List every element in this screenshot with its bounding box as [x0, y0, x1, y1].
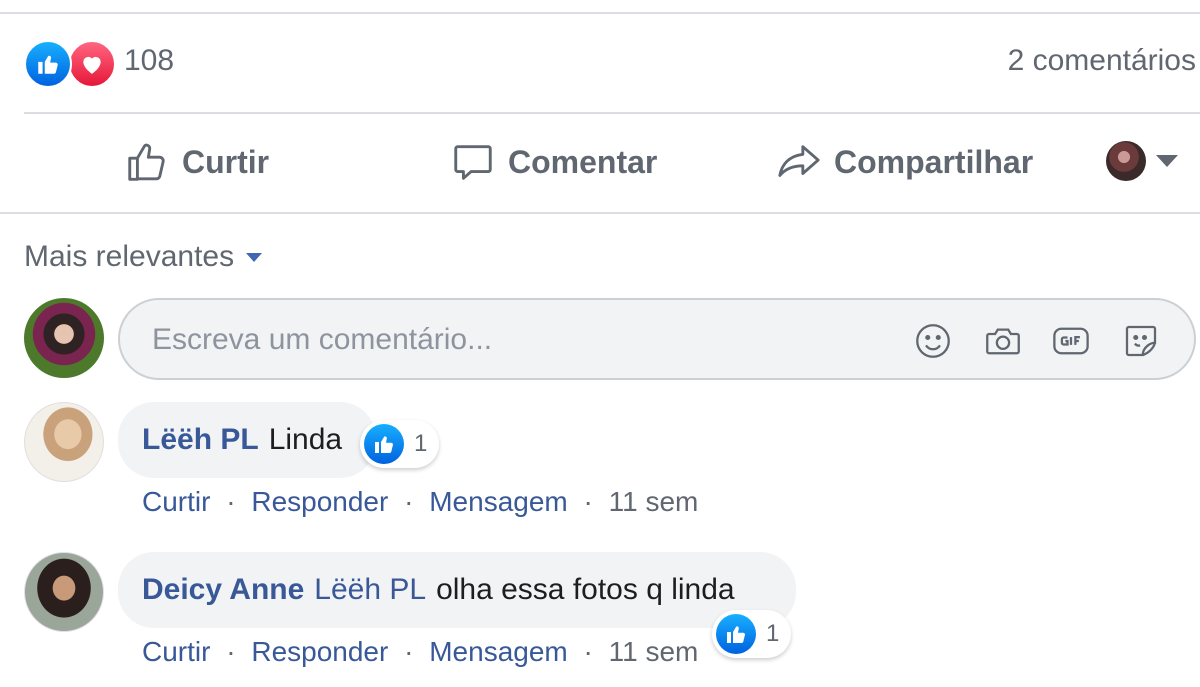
reaction-count[interactable]: 108	[124, 44, 174, 78]
comment-text: olha essa fotos q linda	[436, 573, 735, 606]
speech-bubble-icon	[454, 145, 492, 180]
emoji-icon[interactable]	[912, 320, 954, 362]
comment-button-label: Comentar	[508, 143, 658, 180]
like-reaction-icon	[364, 424, 404, 464]
comment-reaction-count[interactable]: 1	[360, 420, 440, 468]
separator: ·	[404, 486, 414, 517]
avatar	[1106, 141, 1146, 181]
separator: ·	[226, 486, 236, 517]
gif-icon[interactable]	[1050, 320, 1092, 362]
share-button-label: Compartilhar	[834, 143, 1034, 180]
separator: ·	[583, 486, 593, 517]
comment-like-count: 1	[414, 430, 428, 457]
caret-down-icon	[246, 252, 263, 262]
comment-message-link[interactable]: Mensagem	[429, 486, 568, 517]
post-as-selector[interactable]	[1106, 140, 1182, 182]
comment-bubble: Deicy Anne Lëëh PL olha essa fotos q lin…	[118, 552, 796, 628]
share-arrow-icon	[778, 145, 820, 177]
like-button-label: Curtir	[182, 143, 270, 180]
comment-actions: Curtir · Responder · Mensagem · 11 sem	[142, 486, 698, 518]
comment-timestamp[interactable]: 11 sem	[609, 486, 699, 517]
summary-divider	[24, 112, 1200, 114]
chevron-down-icon	[1156, 155, 1178, 167]
comment-message-link[interactable]: Mensagem	[429, 636, 568, 667]
comment-author[interactable]: Deicy Anne	[142, 573, 304, 607]
comments-count-link[interactable]: 2 comentários	[1008, 44, 1196, 78]
reactions-summary: 108 2 comentários	[24, 38, 1200, 88]
comment-mention[interactable]: Lëëh PL	[314, 573, 426, 607]
like-reaction-icon	[24, 40, 72, 88]
comment-like-link[interactable]: Curtir	[142, 636, 210, 667]
comment-like-count: 1	[766, 620, 780, 647]
avatar	[24, 298, 104, 378]
comment-bubble: Lëëh PL Linda	[118, 402, 376, 478]
comment-reaction-count[interactable]: 1	[712, 610, 792, 658]
separator: ·	[226, 636, 236, 667]
avatar[interactable]	[24, 402, 104, 482]
comment-reply-link[interactable]: Responder	[251, 636, 388, 667]
avatar[interactable]	[24, 552, 104, 632]
comment-composer[interactable]	[118, 298, 1196, 380]
comment-author[interactable]: Lëëh PL	[142, 423, 259, 457]
comment-reply-link[interactable]: Responder	[251, 486, 388, 517]
comment-like-link[interactable]: Curtir	[142, 486, 210, 517]
comment-timestamp[interactable]: 11 sem	[609, 636, 699, 667]
love-reaction-icon	[68, 40, 116, 88]
top-divider	[0, 12, 1200, 14]
sticker-icon[interactable]	[1120, 320, 1162, 362]
separator: ·	[404, 636, 414, 667]
reaction-icons[interactable]	[24, 40, 116, 88]
thumbs-up-icon	[128, 143, 165, 181]
sort-label: Mais relevantes	[24, 240, 235, 273]
actions-divider	[0, 212, 1200, 214]
share-button[interactable]: Compartilhar	[776, 138, 1033, 186]
like-reaction-icon	[716, 614, 756, 654]
comment-button[interactable]: Comentar	[450, 138, 657, 186]
like-button[interactable]: Curtir	[124, 138, 269, 186]
separator: ·	[583, 636, 593, 667]
camera-icon[interactable]	[982, 320, 1024, 362]
comment-actions: Curtir · Responder · Mensagem · 11 sem	[142, 636, 698, 668]
comment-input[interactable]	[150, 318, 854, 362]
comment-sort-dropdown[interactable]: Mais relevantes	[24, 240, 263, 274]
comment-text: Linda	[268, 423, 343, 456]
